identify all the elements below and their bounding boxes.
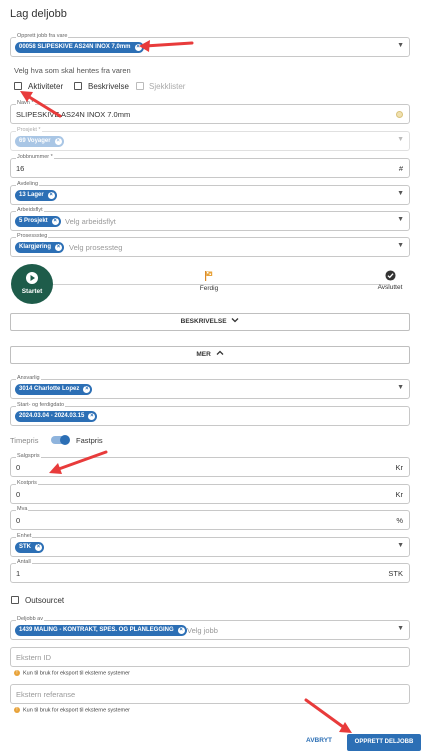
annotation-arrows [20,40,352,733]
arrow-sale-price [49,450,108,474]
arrow-activities [20,91,62,118]
arrow-source-product [139,40,194,52]
arrow-create-button [304,698,352,733]
